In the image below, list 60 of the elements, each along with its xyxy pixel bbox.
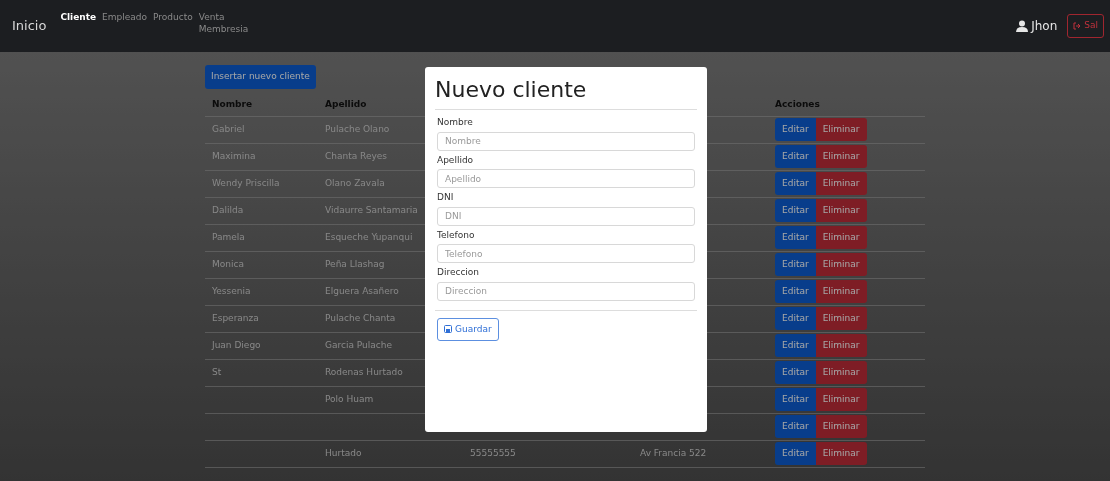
edit-button[interactable]: Editar	[775, 198, 816, 223]
table-cell: Pamela	[212, 231, 245, 242]
table-cell: St	[212, 366, 222, 377]
field-label: Telefono	[437, 228, 476, 242]
input-field[interactable]: Nombre	[437, 131, 695, 151]
edit-button[interactable]: Editar	[775, 387, 816, 412]
table-cell: Peña Llashag	[325, 258, 385, 269]
table-cell: Hurtado	[325, 447, 362, 458]
nav-link[interactable]: Empleado	[102, 11, 148, 23]
table-cell: 55555555	[470, 447, 516, 458]
table-cell: Polo Huam	[325, 393, 374, 404]
edit-button[interactable]: Editar	[775, 252, 816, 277]
edit-button[interactable]: Editar	[775, 441, 816, 466]
insert-button[interactable]: Insertar nuevo cliente	[205, 65, 316, 89]
input-field[interactable]: Apellido	[437, 169, 695, 188]
field-label: Direccion	[437, 266, 481, 279]
field-label: DNI	[437, 191, 455, 204]
brand-link[interactable]: Inicio	[12, 16, 47, 36]
input-field[interactable]: DNI	[437, 206, 695, 226]
edit-button[interactable]: Editar	[775, 279, 816, 304]
logout-icon	[1073, 22, 1082, 30]
edit-button[interactable]: Editar	[775, 306, 816, 331]
field-label: Apellido	[437, 153, 475, 167]
logout-button[interactable]: Sal	[1067, 14, 1104, 38]
nav-link[interactable]: Cliente	[60, 11, 97, 23]
input-field[interactable]: Direccion	[437, 281, 695, 301]
edit-button[interactable]: Editar	[775, 414, 816, 439]
table-cell: Av Francia 522	[640, 447, 707, 458]
table-cell: Elguera Asañero	[325, 285, 399, 296]
input-field[interactable]: Telefono	[437, 244, 695, 263]
user-name[interactable]: Jhon	[1031, 17, 1058, 35]
column-header: Acciones	[774, 98, 821, 112]
table-cell: Chanta Reyes	[325, 150, 388, 161]
edit-button[interactable]: Editar	[775, 171, 816, 196]
modal-title: Nuevo cliente	[435, 73, 697, 110]
nav-link[interactable]: Producto	[153, 11, 193, 23]
edit-button[interactable]: Editar	[775, 333, 816, 358]
table-cell: Juan Diego	[212, 339, 261, 350]
table-cell: Monica	[212, 258, 244, 269]
edit-button[interactable]: Editar	[775, 360, 816, 385]
column-header: Nombre	[211, 98, 254, 112]
table-cell: Garcia Pulache	[325, 339, 392, 350]
edit-button[interactable]: Editar	[775, 144, 816, 169]
save-button[interactable]: Guardar	[437, 317, 499, 341]
column-header: Apellido	[324, 98, 368, 112]
table-cell: Esperanza	[212, 312, 259, 323]
table-cell: Rodenas Hurtado	[325, 366, 403, 377]
table-cell: Dalilda	[212, 204, 244, 215]
table-cell: Esqueche Yupanqui	[325, 231, 413, 242]
user-icon	[1016, 20, 1029, 32]
edit-button[interactable]: Editar	[775, 225, 816, 250]
save-icon	[444, 325, 452, 334]
field-label: Nombre	[437, 116, 474, 129]
edit-button[interactable]: Editar	[775, 117, 816, 142]
nav-link[interactable]: Venta Membresia	[198, 11, 249, 35]
table-cell: Yessenia	[212, 285, 251, 296]
table-cell: Vidaurre Santamaria	[325, 204, 418, 215]
table-cell: Maximina	[212, 150, 256, 161]
table-cell: Olano Zavala	[325, 177, 385, 188]
table-cell: Pulache Chanta	[325, 312, 396, 323]
